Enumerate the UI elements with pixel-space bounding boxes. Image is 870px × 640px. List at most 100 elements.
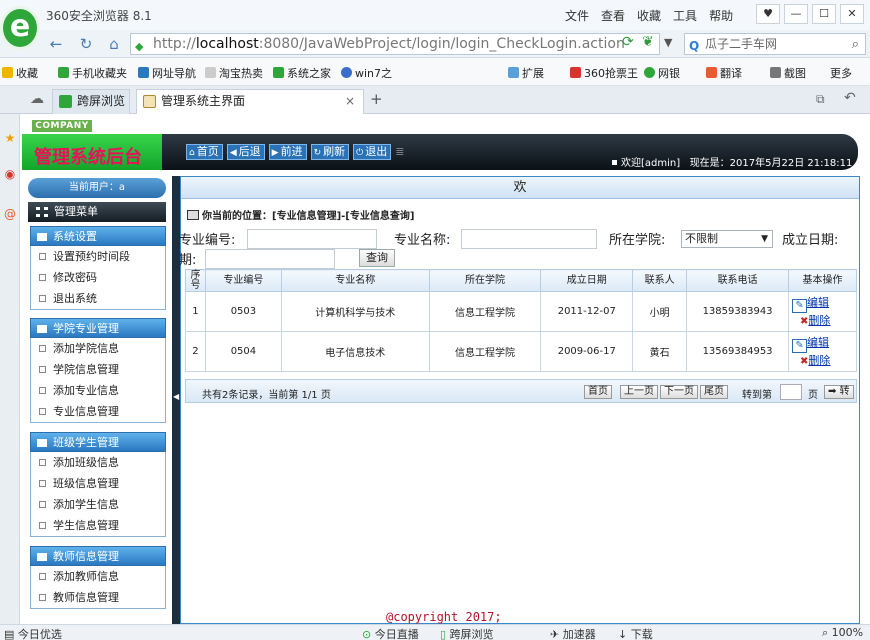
monitor-icon: [187, 210, 199, 220]
home-icon[interactable]: ⌂: [104, 34, 124, 54]
group-title-system-settings[interactable]: 系统设置: [30, 226, 166, 246]
last-page-button[interactable]: 尾页: [700, 385, 728, 399]
undo-icon[interactable]: ↶: [844, 90, 856, 106]
edit-icon[interactable]: ✎: [792, 298, 808, 313]
nav-home-button[interactable]: ⌂ 首页: [186, 144, 223, 160]
bookmark-system[interactable]: 系统之家: [273, 65, 331, 81]
sidebar-item-add-class[interactable]: 添加班级信息: [31, 452, 165, 473]
major-code-input[interactable]: [247, 229, 377, 249]
sidebar-item-add-college[interactable]: 添加学院信息: [31, 338, 165, 359]
skin-button[interactable]: ♥: [756, 4, 780, 24]
cell-contact: 小明: [632, 291, 688, 332]
maximize-button[interactable]: ☐: [812, 4, 836, 24]
star-icon[interactable]: ★: [2, 130, 18, 146]
weibo-icon[interactable]: ◉: [2, 166, 18, 182]
sidebar-item-add-major[interactable]: 添加专业信息: [31, 380, 165, 401]
college-select[interactable]: 不限制 ▼: [681, 230, 773, 248]
goto-page-input[interactable]: [780, 384, 802, 400]
col-no: 序号: [185, 269, 206, 292]
nav-refresh-button[interactable]: ↻ 刷新: [310, 144, 350, 160]
list-icon: ▤: [4, 628, 15, 640]
sidebar-item-change-password[interactable]: 修改密码: [31, 267, 165, 288]
major-name-input[interactable]: [461, 229, 597, 249]
cell-college: 信息工程学院: [428, 331, 542, 372]
back-arrow-icon[interactable]: ←: [46, 34, 66, 54]
status-accelerator[interactable]: ✈ 加速器: [550, 626, 596, 640]
sidebar-item-manage-college[interactable]: 学院信息管理: [31, 359, 165, 380]
nav-back-button[interactable]: ◀ 后退: [226, 144, 265, 160]
goto-button[interactable]: ➡ 转: [824, 385, 854, 399]
group-title-teacher[interactable]: 教师信息管理: [30, 546, 166, 566]
nav-logout-button[interactable]: ⏻ 退出: [353, 144, 392, 160]
cloud-icon[interactable]: ☁: [30, 91, 44, 107]
mail-icon[interactable]: @: [2, 206, 18, 222]
leaf-icon[interactable]: ❦: [642, 34, 654, 50]
tab-cross-screen[interactable]: 跨屏浏览: [52, 89, 130, 114]
sidebar-item-manage-teacher[interactable]: 教师信息管理: [31, 587, 165, 608]
screenshot-button[interactable]: 截图: [770, 65, 806, 81]
bookmark-win7[interactable]: win7之: [341, 65, 392, 81]
welcome-marquee: 欢: [181, 177, 859, 199]
more-button[interactable]: 更多: [830, 65, 852, 81]
sidebar-item-manage-student[interactable]: 学生信息管理: [31, 515, 165, 536]
query-button[interactable]: 查询: [359, 249, 395, 267]
minimize-button[interactable]: —: [784, 4, 808, 24]
group-title-class-student[interactable]: 班级学生管理: [30, 432, 166, 452]
status-live[interactable]: ⊙ 今日直播: [362, 626, 419, 640]
menu-file[interactable]: 文件: [565, 7, 589, 24]
delete-link[interactable]: 删除: [808, 354, 830, 367]
status-cross-screen[interactable]: ▯ 跨屏浏览: [440, 626, 494, 640]
restore-icon[interactable]: ⧉: [816, 92, 825, 107]
bookmark-nav[interactable]: 网址导航: [138, 65, 196, 81]
search-icon[interactable]: ⌕: [852, 35, 859, 55]
menu-help[interactable]: 帮助: [709, 7, 733, 24]
translate-button[interactable]: 翻译: [706, 65, 742, 81]
bookmark-taobao[interactable]: 淘宝热卖: [205, 65, 263, 81]
sidebar-item-logout[interactable]: 退出系统: [31, 288, 165, 309]
edit-icon[interactable]: ✎: [792, 338, 808, 353]
collapse-arrow-icon[interactable]: ◀: [173, 392, 179, 401]
sidebar-item-add-student[interactable]: 添加学生信息: [31, 494, 165, 515]
first-page-button[interactable]: 首页: [584, 385, 612, 399]
browser-sidebar-strip: ★ ◉ @: [0, 114, 20, 624]
menu-view[interactable]: 查看: [601, 7, 625, 24]
table-header-row: 序号 专业编号 专业名称 所在学院 成立日期 联系人 联系电话 基本操作: [185, 269, 857, 292]
sidebar-item-manage-class[interactable]: 班级信息管理: [31, 473, 165, 494]
refresh-page-icon[interactable]: ⟳: [622, 34, 634, 50]
address-bar[interactable]: ◆ http://localhost:8080/JavaWebProject/lo…: [130, 33, 660, 55]
bookmark-mobile[interactable]: 手机收藏夹: [58, 65, 127, 81]
extensions-button[interactable]: 扩展: [508, 65, 544, 81]
bookmark-favorites[interactable]: 收藏: [2, 65, 38, 81]
status-daily-picks[interactable]: ▤ 今日优选: [4, 626, 62, 640]
menu-tools[interactable]: 工具: [673, 7, 697, 24]
new-tab-button[interactable]: +: [370, 90, 383, 108]
menu-favorites[interactable]: 收藏: [637, 7, 661, 24]
delete-link[interactable]: 删除: [808, 314, 830, 327]
tab-admin-main[interactable]: 管理系统主界面 ×: [136, 89, 364, 114]
ticket-button[interactable]: 360抢票王: [570, 65, 638, 81]
bullet-icon: [612, 160, 617, 165]
cell-college: 信息工程学院: [428, 291, 542, 332]
edit-link[interactable]: 编辑: [807, 296, 829, 309]
chevron-down-icon: ▼: [761, 234, 768, 244]
close-window-button[interactable]: ✕: [840, 4, 864, 24]
cell-phone: 13859383943: [686, 291, 790, 332]
sidebar-item-manage-major[interactable]: 专业信息管理: [31, 401, 165, 422]
prev-page-button[interactable]: 上一页: [620, 385, 658, 399]
tab-close-icon[interactable]: ×: [345, 90, 355, 113]
found-date-input[interactable]: [205, 249, 335, 269]
group-title-college-major[interactable]: 学院专业管理: [30, 318, 166, 338]
reload-icon[interactable]: ↻: [76, 34, 96, 54]
sidebar-item-set-booking-time[interactable]: 设置预约时间段: [31, 246, 165, 267]
chevron-down-icon[interactable]: ▼: [664, 36, 672, 49]
globe-icon: [341, 67, 352, 78]
sidebar-item-add-teacher[interactable]: 添加教师信息: [31, 566, 165, 587]
bank-button[interactable]: 网银: [644, 65, 680, 81]
status-download[interactable]: ↓ 下载: [618, 626, 653, 640]
nav-forward-button[interactable]: ▶ 前进: [268, 144, 307, 160]
edit-link[interactable]: 编辑: [807, 336, 829, 349]
status-zoom[interactable]: ⌕ 100%: [822, 626, 863, 640]
search-input[interactable]: Q 瓜子二手车网 ⌕: [684, 33, 866, 55]
shield-icon: [273, 67, 284, 78]
next-page-button[interactable]: 下一页: [660, 385, 698, 399]
